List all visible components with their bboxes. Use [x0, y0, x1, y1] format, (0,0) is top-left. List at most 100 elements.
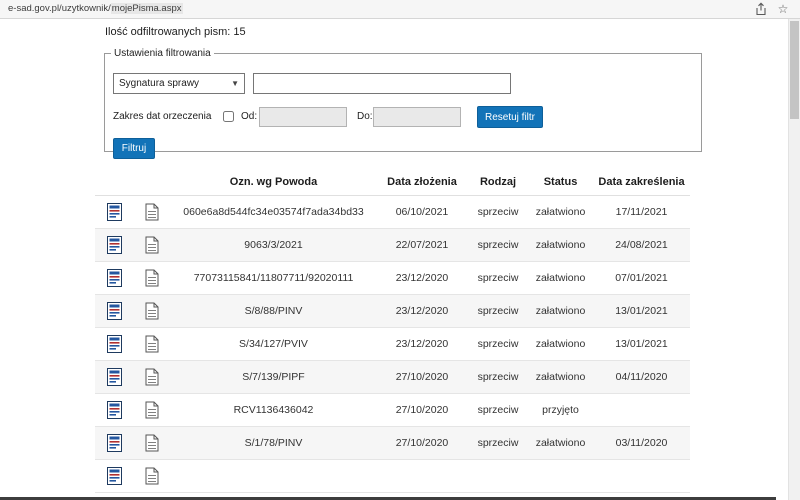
table-row: S/34/127/PVIV 23/12/2020 sprzeciw załatw…	[95, 327, 690, 360]
cell-data-zakreslenia: 17/11/2021	[593, 195, 690, 228]
date-range-label: Zakres dat orzeczenia	[113, 110, 211, 124]
filtered-count-label: Ilość odfiltrowanych pism: 15	[105, 26, 246, 38]
header-icon-col-2	[133, 169, 171, 195]
browser-chrome: e-sad.gov.pl/uzytkownik/mojePisma.aspx ☆	[0, 0, 800, 19]
document-icon[interactable]	[133, 195, 171, 228]
cell-data-zlozenia	[376, 459, 468, 492]
table-header-row: Ozn. wg Powoda Data złożenia Rodzaj Stat…	[95, 169, 690, 195]
cell-ozn: RCV1136436042	[171, 393, 376, 426]
document-icon[interactable]	[133, 261, 171, 294]
page-content: Ilość odfiltrowanych pism: 15 Ustawienia…	[0, 19, 788, 500]
cell-rodzaj: sprzeciw	[468, 360, 528, 393]
count-text: Ilość odfiltrowanych pism:	[105, 26, 230, 38]
cell-ozn	[171, 459, 376, 492]
cell-status: załatwiono	[528, 228, 593, 261]
cell-ozn: S/8/88/PINV	[171, 294, 376, 327]
cell-status: załatwiono	[528, 426, 593, 459]
count-value: 15	[233, 26, 245, 38]
filter-field-select[interactable]: Sygnatura sprawy ▼	[113, 73, 245, 94]
cell-rodzaj: sprzeciw	[468, 228, 528, 261]
header-ozn: Ozn. wg Powoda	[171, 169, 376, 195]
signed-document-icon[interactable]	[95, 294, 133, 327]
cell-data-zlozenia: 23/12/2020	[376, 294, 468, 327]
signed-document-icon[interactable]	[95, 360, 133, 393]
date-to-input[interactable]	[373, 107, 461, 127]
cell-status: załatwiono	[528, 195, 593, 228]
cell-data-zlozenia: 27/10/2020	[376, 426, 468, 459]
cell-ozn: 77073115841/11807711/92020111	[171, 261, 376, 294]
cell-rodzaj: sprzeciw	[468, 261, 528, 294]
cell-rodzaj: sprzeciw	[468, 393, 528, 426]
address-bar[interactable]: e-sad.gov.pl/uzytkownik/mojePisma.aspx	[8, 0, 183, 18]
chevron-down-icon: ▼	[231, 79, 239, 88]
cell-ozn: S/34/127/PVIV	[171, 327, 376, 360]
signed-document-icon[interactable]	[95, 393, 133, 426]
document-icon[interactable]	[133, 426, 171, 459]
filter-value-input[interactable]	[253, 73, 511, 94]
cell-data-zlozenia: 27/10/2020	[376, 393, 468, 426]
header-status: Status	[528, 169, 593, 195]
cell-rodzaj: sprzeciw	[468, 327, 528, 360]
document-icon[interactable]	[133, 360, 171, 393]
table-row: S/1/78/PINV 27/10/2020 sprzeciw załatwio…	[95, 426, 690, 459]
cell-data-zakreslenia: 04/11/2020	[593, 360, 690, 393]
cell-data-zlozenia: 27/10/2020	[376, 360, 468, 393]
cell-status: załatwiono	[528, 360, 593, 393]
cell-rodzaj: sprzeciw	[468, 426, 528, 459]
cell-ozn: 9063/3/2021	[171, 228, 376, 261]
cell-rodzaj: sprzeciw	[468, 195, 528, 228]
signed-document-icon[interactable]	[95, 195, 133, 228]
date-to-label: Do:	[357, 110, 373, 124]
table-row	[95, 459, 690, 492]
bookmark-star-icon[interactable]: ☆	[776, 2, 790, 16]
document-icon[interactable]	[133, 294, 171, 327]
table-row: 060e6a8d544fc34e03574f7ada34bd33 06/10/2…	[95, 195, 690, 228]
cell-data-zakreslenia: 07/01/2021	[593, 261, 690, 294]
cell-status: przyjęto	[528, 393, 593, 426]
table-row: RCV1136436042 27/10/2020 sprzeciw przyję…	[95, 393, 690, 426]
cell-data-zlozenia: 06/10/2021	[376, 195, 468, 228]
signed-document-icon[interactable]	[95, 426, 133, 459]
table-row: S/8/88/PINV 23/12/2020 sprzeciw załatwio…	[95, 294, 690, 327]
cell-status: załatwiono	[528, 294, 593, 327]
cell-data-zlozenia: 23/12/2020	[376, 327, 468, 360]
signed-document-icon[interactable]	[95, 261, 133, 294]
share-icon[interactable]	[754, 2, 768, 16]
signed-document-icon[interactable]	[95, 228, 133, 261]
url-prefix: e-sad.gov.pl/uzytkownik/	[8, 3, 111, 14]
document-icon[interactable]	[133, 459, 171, 492]
filter-field-selected-value: Sygnatura sprawy	[119, 78, 199, 89]
filter-button[interactable]: Filtruj	[113, 138, 155, 159]
cell-ozn: S/7/139/PIPF	[171, 360, 376, 393]
reset-filter-button[interactable]: Resetuj filtr	[477, 106, 543, 128]
date-from-input[interactable]	[259, 107, 347, 127]
cell-status: załatwiono	[528, 327, 593, 360]
header-data-zakreslenia: Data zakreślenia	[593, 169, 690, 195]
scrollbar-thumb[interactable]	[790, 21, 799, 119]
document-icon[interactable]	[133, 228, 171, 261]
document-icon[interactable]	[133, 393, 171, 426]
cell-data-zakreslenia: 13/01/2021	[593, 294, 690, 327]
cell-data-zakreslenia	[593, 393, 690, 426]
date-from-label: Od:	[241, 110, 257, 124]
header-data-zlozenia: Data złożenia	[376, 169, 468, 195]
table-row: S/7/139/PIPF 27/10/2020 sprzeciw załatwi…	[95, 360, 690, 393]
vertical-scrollbar[interactable]	[788, 19, 800, 500]
cell-rodzaj: sprzeciw	[468, 294, 528, 327]
filter-panel-legend: Ustawienia filtrowania	[111, 48, 214, 59]
cell-data-zlozenia: 22/07/2021	[376, 228, 468, 261]
signed-document-icon[interactable]	[95, 459, 133, 492]
date-range-checkbox[interactable]	[223, 111, 234, 122]
cell-status	[528, 459, 593, 492]
document-icon[interactable]	[133, 327, 171, 360]
browser-window: e-sad.gov.pl/uzytkownik/mojePisma.aspx ☆…	[0, 0, 800, 500]
filter-panel: Ustawienia filtrowania Sygnatura sprawy …	[104, 48, 702, 152]
cell-ozn: S/1/78/PINV	[171, 426, 376, 459]
signed-document-icon[interactable]	[95, 327, 133, 360]
cell-data-zakreslenia: 24/08/2021	[593, 228, 690, 261]
cell-status: załatwiono	[528, 261, 593, 294]
documents-table: Ozn. wg Powoda Data złożenia Rodzaj Stat…	[95, 169, 690, 493]
table-row: 9063/3/2021 22/07/2021 sprzeciw załatwio…	[95, 228, 690, 261]
cell-data-zakreslenia	[593, 459, 690, 492]
cell-data-zakreslenia: 13/01/2021	[593, 327, 690, 360]
